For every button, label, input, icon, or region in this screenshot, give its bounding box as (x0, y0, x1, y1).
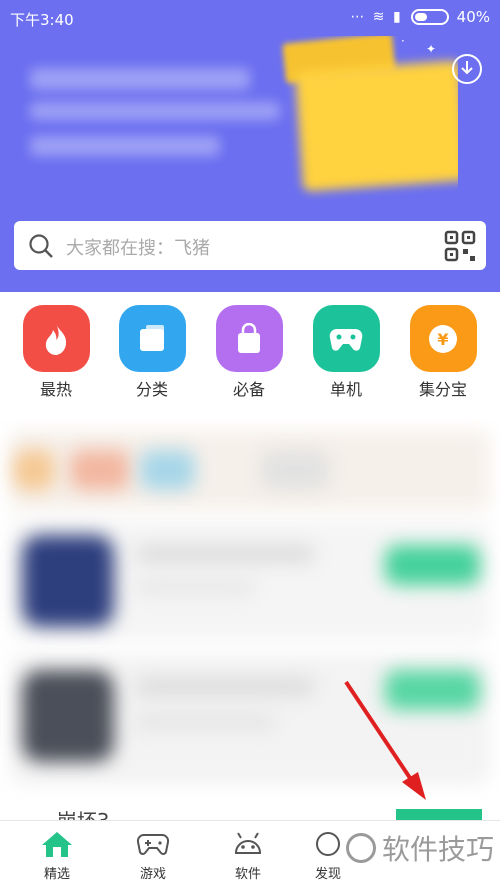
coin-icon: ¥ (409, 305, 477, 372)
discover-icon (316, 832, 340, 856)
qr-scan-icon[interactable] (444, 230, 476, 262)
nav-label: 软件 (234, 867, 261, 882)
sparkle-icon: ✦ (426, 42, 437, 56)
bag-icon (215, 305, 283, 372)
download-icon[interactable] (452, 54, 482, 84)
category-label: 单机 (329, 380, 362, 399)
search-input[interactable]: 大家都在搜：飞猪 (14, 221, 486, 270)
gamepad-icon (136, 833, 170, 855)
flame-icon (22, 305, 90, 372)
category-label: 集分宝 (418, 380, 467, 399)
nav-label: 精选 (43, 867, 70, 882)
nav-software[interactable]: 软件 (203, 829, 293, 882)
install-button[interactable] (396, 809, 482, 820)
nav-label: 游戏 (139, 867, 166, 882)
promo-banner[interactable] (14, 36, 458, 210)
folder-icon (118, 305, 186, 372)
search-icon (29, 234, 53, 258)
watermark: 软件技巧 (345, 828, 494, 868)
category-classify[interactable]: 分类 (114, 305, 190, 400)
header-area: 下午3:40 ⋯ ≋ ▮ 40% ✦ · 大家都在搜：飞猪 (0, 0, 500, 292)
nav-label: 发现 (314, 867, 341, 882)
partial-app-title: , 崩坏3 (12, 805, 109, 820)
red-arrow-annotation (344, 680, 426, 800)
gamepad-icon (312, 305, 380, 372)
nav-featured[interactable]: 精选 (12, 829, 102, 882)
category-label: 分类 (135, 380, 168, 399)
nav-games[interactable]: 游戏 (108, 829, 198, 882)
battery-percent: 40% (456, 8, 490, 26)
svg-text:¥: ¥ (437, 330, 448, 349)
category-jifenbao[interactable]: ¥ 集分宝 (405, 305, 481, 400)
signal-icons: ⋯ ≋ ▮ (350, 9, 403, 25)
watermark-logo-icon (345, 833, 376, 863)
category-single[interactable]: 单机 (308, 305, 384, 400)
category-essential[interactable]: 必备 (211, 305, 287, 400)
status-time: 下午3:40 (10, 11, 74, 29)
android-icon (234, 832, 262, 854)
search-placeholder: 大家都在搜：飞猪 (66, 238, 210, 259)
sparkle-icon: · (401, 34, 405, 48)
battery-icon (410, 9, 449, 25)
category-row: 最热 分类 必备 单机 ¥ 集分宝 (0, 305, 500, 405)
category-label: 必备 (232, 380, 265, 399)
home-icon (42, 832, 72, 857)
status-bar: 下午3:40 ⋯ ≋ ▮ 40% (0, 0, 500, 36)
category-hot[interactable]: 最热 (18, 305, 94, 400)
category-label: 最热 (39, 380, 72, 399)
